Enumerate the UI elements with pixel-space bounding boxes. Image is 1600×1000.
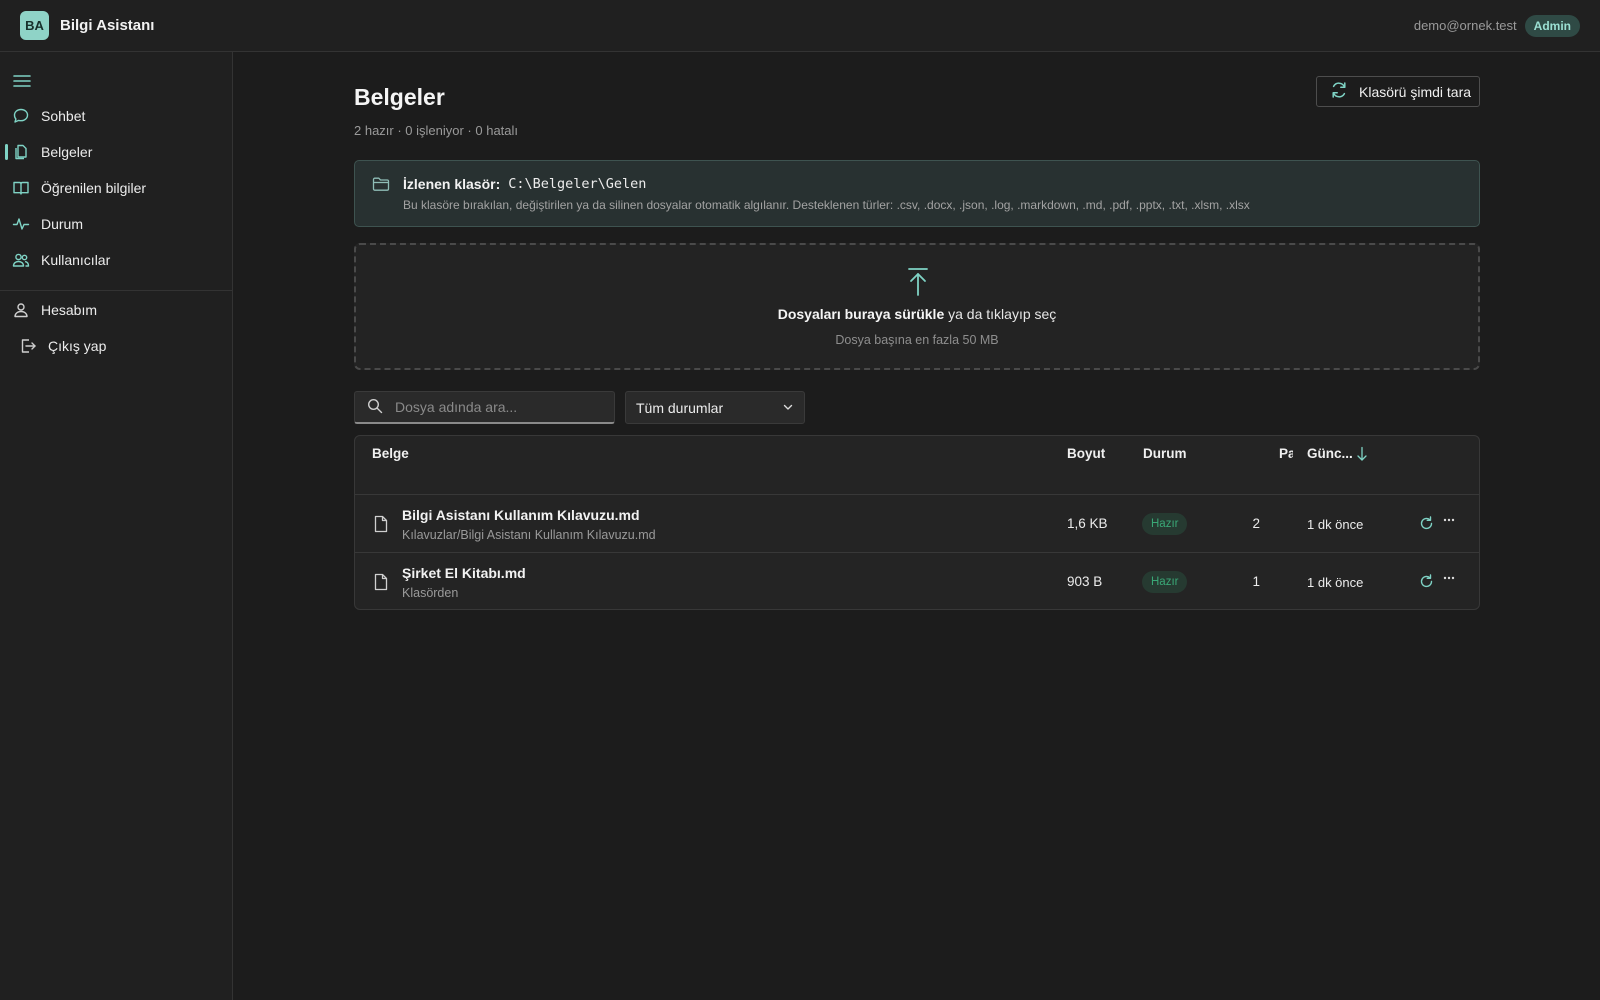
file-icon [374,515,388,536]
more-options-icon[interactable] [1442,571,1456,588]
sidebar-item-sohbet[interactable]: Sohbet [0,101,232,131]
user-icon [12,301,30,319]
user-info: demo@ornek.test Admin [1413,14,1580,37]
document-size: 1,6 KB [1067,516,1108,531]
sidebar-divider [0,290,232,291]
file-icon [374,573,388,594]
watched-folder-path: C:\Belgeler\Gelen [508,176,647,192]
drop-instructions: Dosyaları buraya sürükle ya da tıklayıp … [356,306,1478,322]
scan-folder-label: Klasörü şimdi tara [1359,83,1472,100]
column-header-size[interactable]: Boyut [1067,446,1105,461]
documents-table: Belge Boyut Durum Par Günc... Bilgi Asis… [354,435,1480,610]
search-field[interactable] [354,391,615,424]
reprocess-icon[interactable] [1419,574,1434,592]
upload-icon [907,267,929,300]
watched-folder-info: İzlenen klasör: C:\Belgeler\Gelen Bu kla… [354,160,1480,227]
users-icon [12,251,30,269]
sidebar-item-kullanicilar[interactable]: Kullanıcılar [0,245,232,275]
document-parts: 1 [1252,574,1260,589]
watched-folder-description: Bu klasöre bırakılan, değiştirilen ya da… [403,198,1250,212]
sidebar-item-label: Hesabım [41,302,98,318]
top-bar: BA Bilgi Asistanı demo@ornek.test Admin [0,0,1600,52]
table-row[interactable]: Bilgi Asistanı Kullanım Kılavuzu.md Kıla… [355,494,1479,552]
folder-icon [372,176,390,195]
sidebar: Sohbet Belgeler Öğrenilen bilgiler Durum… [0,52,233,1000]
document-summary: 2 hazır · 0 işleniyor · 0 hatalı [354,123,519,138]
role-badge: Admin [1524,14,1580,37]
reprocess-icon[interactable] [1419,516,1434,534]
chat-icon [12,107,30,125]
document-parts: 2 [1252,516,1260,531]
refresh-icon [1329,80,1349,103]
scan-folder-button[interactable]: Klasörü şimdi tara [1316,76,1480,107]
sidebar-item-label: Sohbet [41,108,86,124]
column-header-updated[interactable]: Günc... [1307,446,1353,461]
sidebar-item-label: Çıkış yap [48,338,107,354]
sidebar-item-ogrenilen-bilgiler[interactable]: Öğrenilen bilgiler [0,173,232,203]
search-icon [367,398,383,417]
app-logo: BA [20,11,49,40]
menu-icon[interactable] [12,72,32,90]
status-filter-value: Tüm durumlar [636,399,724,416]
document-path: Klasörden [402,586,459,600]
more-options-icon[interactable] [1442,513,1456,530]
app-title: Bilgi Asistanı [60,17,155,34]
document-name[interactable]: Bilgi Asistanı Kullanım Kılavuzu.md [402,507,640,523]
document-size: 903 B [1067,574,1103,589]
sidebar-item-label: Öğrenilen bilgiler [41,180,147,196]
sort-descending-icon[interactable] [1356,446,1368,465]
document-name[interactable]: Şirket El Kitabı.md [402,565,526,581]
upload-size-limit: Dosya başına en fazla 50 MB [835,333,999,347]
sidebar-item-hesabim[interactable]: Hesabım [0,295,232,325]
search-input[interactable] [395,399,605,415]
sidebar-item-belgeler[interactable]: Belgeler [0,137,232,167]
sidebar-item-label: Belgeler [41,144,93,160]
sidebar-item-durum[interactable]: Durum [0,209,232,239]
sidebar-item-label: Kullanıcılar [41,252,111,268]
chevron-down-icon [782,400,794,416]
page-title: Belgeler [354,84,445,110]
sidebar-item-label: Durum [41,216,84,232]
status-filter-select[interactable]: Tüm durumlar [625,391,805,424]
logout-icon [19,337,37,355]
document-updated: 1 dk önce [1307,575,1364,590]
document-updated: 1 dk önce [1307,517,1364,532]
status-badge: Hazır [1142,571,1188,593]
activity-icon [12,215,30,233]
drop-instructions-rest: ya da tıklayıp seç [944,306,1057,322]
status-badge: Hazır [1142,513,1188,535]
document-icon [12,143,30,161]
column-header-status[interactable]: Durum [1143,446,1187,461]
user-email: demo@ornek.test [1413,18,1517,33]
column-header-document[interactable]: Belge [372,446,409,461]
watched-folder-label: İzlenen klasör: [403,176,501,192]
book-icon [12,179,30,197]
sidebar-item-cikis-yap[interactable]: Çıkış yap [0,331,232,361]
drop-instructions-bold: Dosyaları buraya sürükle [777,306,945,322]
file-drop-zone[interactable]: Dosyaları buraya sürükle ya da tıklayıp … [354,243,1480,370]
document-path: Kılavuzlar/Bilgi Asistanı Kullanım Kılav… [402,528,656,542]
column-header-parts[interactable]: Par [1279,446,1293,461]
table-row[interactable]: Şirket El Kitabı.md Klasörden 903 B Hazı… [355,552,1479,609]
